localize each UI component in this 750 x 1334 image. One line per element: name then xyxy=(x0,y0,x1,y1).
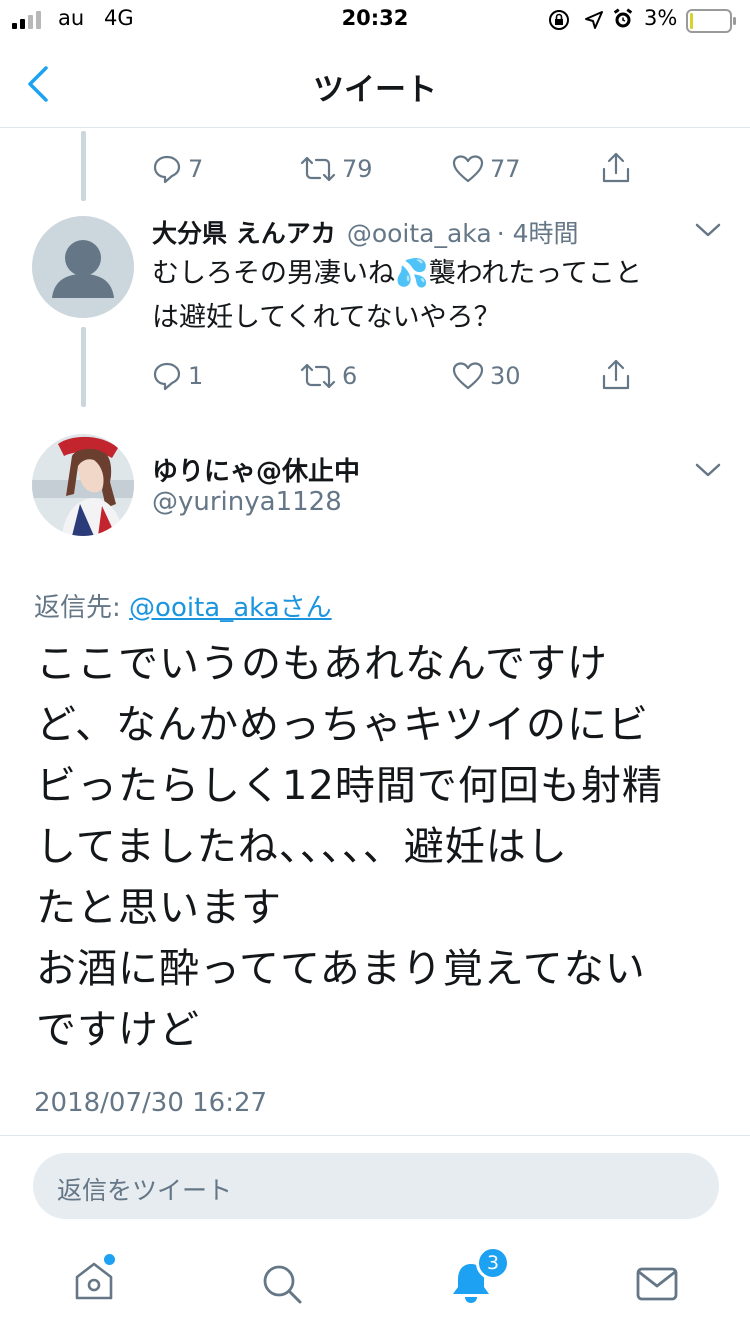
tweet-menu-button[interactable] xyxy=(694,460,722,484)
chevron-down-icon xyxy=(695,463,721,477)
reply-icon xyxy=(153,362,181,391)
reply-to-line: 返信先: @ooita_akaさん xyxy=(34,587,332,624)
tweet-body-line: ど、なんかめっちゃキツイのにビ xyxy=(36,702,649,748)
retweet-count: 79 xyxy=(342,155,373,183)
reply-icon xyxy=(153,155,181,184)
tab-search[interactable] xyxy=(260,1262,304,1310)
alarm-icon xyxy=(612,8,634,35)
tab-notifications[interactable]: 3 xyxy=(448,1246,510,1310)
thread-line-top xyxy=(81,131,86,201)
default-profile-icon xyxy=(52,240,114,298)
clock: 20:32 xyxy=(341,6,409,30)
tweet-body-line: ここでいうのもあれなんですけ xyxy=(36,641,608,687)
battery-percent: 3% xyxy=(644,6,678,30)
reply-count: 7 xyxy=(188,155,204,183)
reply-action[interactable]: 1 xyxy=(152,361,203,391)
tab-messages[interactable] xyxy=(636,1266,678,1306)
avatar[interactable] xyxy=(32,434,134,536)
retweet-icon xyxy=(300,363,336,389)
user-handle[interactable]: @yurinya1128 xyxy=(152,487,342,517)
notification-badge: 3 xyxy=(476,1246,510,1280)
tweet-menu-button[interactable] xyxy=(694,220,722,244)
tweet-body-line: お酒に酔っててあまり覚えてない xyxy=(36,946,646,992)
tweet-timestamp[interactable]: 2018/07/30 16:27 xyxy=(34,1088,267,1118)
tweet-body: ここでいうのもあれなんですけ ど、なんかめっちゃキツイのにビ ビったらしく12時… xyxy=(36,634,726,1061)
tweet-text: むしろその男凄いね💦襲われたってこと は避妊してくれてないやろ？ xyxy=(152,252,732,340)
status-bar: au 4G 20:32 3% xyxy=(0,0,750,40)
divider xyxy=(0,1135,750,1136)
tweet-body-line: してましたね、、、、、避妊はし xyxy=(36,824,568,870)
nav-bar: ツイート xyxy=(0,40,750,128)
reply-input-placeholder: 返信をツイート xyxy=(57,1176,233,1205)
mail-icon xyxy=(636,1267,678,1301)
thread-line-middle xyxy=(81,327,86,407)
search-icon xyxy=(263,1265,302,1304)
rotation-lock-icon xyxy=(548,9,570,36)
tweet-body-line: ビったらしく12時間で何回も射精 xyxy=(36,763,663,809)
heart-icon xyxy=(452,362,484,390)
like-action[interactable]: 77 xyxy=(452,154,521,184)
reply-input[interactable]: 返信をツイート xyxy=(33,1153,719,1219)
display-name[interactable]: ゆりにゃ@休止中 xyxy=(152,451,360,488)
tweet-body-line: ですけど xyxy=(36,1007,200,1053)
tweet-body-line: たと思います xyxy=(36,885,282,931)
retweet-icon xyxy=(300,156,336,182)
tweet-text-line: は避妊してくれてないやろ？ xyxy=(152,302,501,333)
tweet-time: · 4時間 xyxy=(496,219,579,248)
share-button[interactable] xyxy=(600,151,632,189)
avatar[interactable] xyxy=(32,216,134,318)
user-handle[interactable]: @ooita_aka xyxy=(347,219,492,248)
display-name[interactable]: 大分県 えんアカ xyxy=(152,219,336,248)
heart-icon xyxy=(452,155,484,183)
chevron-down-icon xyxy=(695,223,721,237)
tweet-text-line: むしろその男凄いね💦襲われたってこと xyxy=(152,258,642,289)
share-icon xyxy=(602,152,630,183)
share-button[interactable] xyxy=(600,358,632,396)
tweet-header: 大分県 えんアカ @ooita_aka · 4時間 xyxy=(152,214,579,250)
reply-to-prefix: 返信先: xyxy=(34,593,130,623)
location-icon xyxy=(584,10,604,35)
like-action[interactable]: 30 xyxy=(452,361,521,391)
reply-action[interactable]: 7 xyxy=(152,154,203,184)
retweet-action[interactable]: 79 xyxy=(300,154,373,184)
unread-dot xyxy=(104,1254,115,1265)
retweet-count: 6 xyxy=(342,362,358,390)
tab-home[interactable] xyxy=(72,1254,116,1308)
page-title: ツイート xyxy=(313,72,437,108)
retweet-action[interactable]: 6 xyxy=(300,361,357,391)
reply-count: 1 xyxy=(188,362,204,390)
profile-photo xyxy=(32,434,134,536)
battery-icon xyxy=(686,9,738,38)
reply-to-user-link[interactable]: @ooita_akaさん xyxy=(129,593,332,623)
like-count: 77 xyxy=(490,155,521,183)
like-count: 30 xyxy=(490,362,521,390)
tab-bar: 3 xyxy=(0,1236,750,1334)
notification-count: 3 xyxy=(486,1252,500,1274)
share-icon xyxy=(602,359,630,390)
